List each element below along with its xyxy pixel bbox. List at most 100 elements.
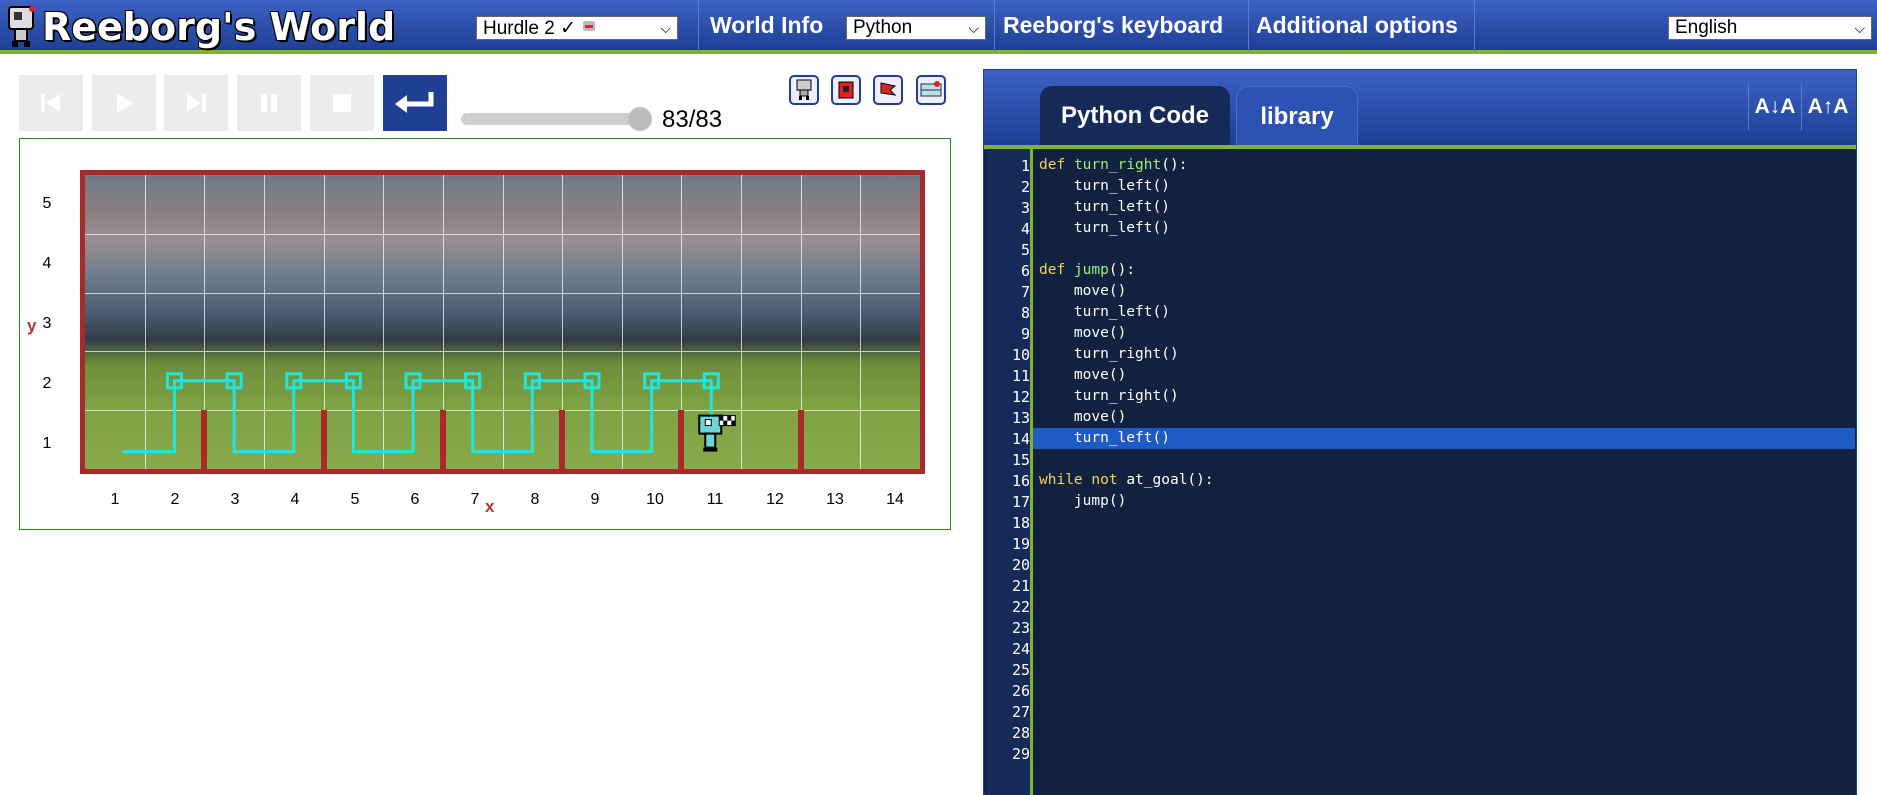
code-line[interactable]: turn_left() [1039, 428, 1170, 449]
code-line[interactable]: move() [1039, 365, 1126, 386]
x-tick-label: 14 [886, 491, 904, 508]
line-number: 10 [1011, 346, 1030, 364]
reload-button[interactable] [383, 75, 447, 131]
chevron-down-icon: ⌵ [1854, 19, 1865, 36]
keyboard-link[interactable]: Reeborg's keyboard [1003, 12, 1223, 39]
x-tick-label: 11 [706, 491, 724, 508]
line-number: 21 [1011, 577, 1030, 595]
code-line[interactable]: turn_left() [1039, 302, 1170, 323]
line-number: 17 [1011, 493, 1030, 511]
line-number: 7 [1020, 283, 1030, 301]
x-axis-label: x [485, 497, 495, 516]
robot-icon [796, 79, 812, 100]
enter-return-icon [395, 92, 434, 113]
y-tick-label: 5 [42, 195, 52, 212]
x-tick-label: 12 [766, 491, 784, 508]
y-tick-label: 1 [42, 435, 52, 452]
stop-icon [333, 94, 351, 112]
robot-icon [698, 414, 723, 452]
line-number: 16 [1011, 472, 1030, 490]
x-tick-label: 8 [530, 491, 540, 508]
code-line[interactable]: turn_right() [1039, 344, 1179, 365]
robot-trace-path [122, 372, 736, 454]
robot-red-icon [838, 81, 854, 99]
line-number: 19 [1011, 535, 1030, 553]
goal-flag-icon [718, 415, 736, 427]
decrease-font-button[interactable]: A↓A [1748, 84, 1801, 130]
code-line[interactable]: jump() [1039, 491, 1126, 512]
run-button[interactable] [92, 75, 156, 131]
x-tick-label: 4 [290, 491, 300, 508]
pause-icon [261, 94, 277, 112]
x-tick-label: 3 [230, 491, 240, 508]
stop-button[interactable] [310, 75, 374, 131]
x-tick-label: 10 [646, 491, 664, 508]
code-line[interactable]: move() [1039, 323, 1126, 344]
divider [1248, 0, 1249, 52]
chevron-down-icon: ⌵ [660, 19, 671, 36]
x-tick-label: 9 [590, 491, 600, 508]
line-number: 23 [1011, 619, 1030, 637]
y-axis-label: y [27, 316, 37, 335]
line-number: 3 [1020, 199, 1030, 217]
code-line[interactable]: turn_left() [1039, 197, 1170, 218]
step-slider-track[interactable] [461, 113, 651, 125]
code-line[interactable]: def turn_right(): [1039, 155, 1187, 176]
step-slider-handle[interactable] [628, 107, 652, 131]
line-number: 25 [1011, 661, 1030, 679]
language-select-value: Python [853, 17, 913, 38]
code-line[interactable]: move() [1039, 281, 1126, 302]
y-tick-label: 3 [42, 315, 52, 332]
step-button[interactable] [164, 75, 228, 131]
line-number: 14 [1011, 430, 1030, 448]
highlight-toggle-button[interactable] [831, 75, 861, 105]
code-line[interactable]: turn_right() [1039, 386, 1179, 407]
x-tick-label: 2 [170, 491, 180, 508]
code-line[interactable]: while not at_goal(): [1039, 470, 1214, 491]
editor-header: Python Code library A↓A A↑A [984, 70, 1856, 148]
x-tick-label: 6 [410, 491, 420, 508]
world-select[interactable]: Hurdle 2 ✓ ⌵ [476, 16, 678, 40]
divider [994, 0, 995, 52]
world-info-link[interactable]: World Info [710, 12, 823, 39]
line-number: 2 [1020, 178, 1030, 196]
tab-python-code[interactable]: Python Code [1040, 86, 1230, 146]
skip-forward-icon [187, 94, 206, 112]
robot-emoji-icon [583, 20, 596, 31]
additional-options-link[interactable]: Additional options [1256, 12, 1458, 39]
code-editor-panel: Python Code library A↓A A↑A 1 2 3 4 5 6 7 8 9 10 1… [983, 69, 1857, 795]
code-line[interactable]: def jump(): [1039, 260, 1135, 281]
language-select[interactable]: Python ⌵ [846, 16, 986, 40]
robot-model-button[interactable] [789, 75, 819, 105]
world-grid [80, 170, 925, 474]
tab-library[interactable]: library [1236, 86, 1358, 148]
play-icon [117, 93, 133, 113]
watch-variables-button[interactable] [873, 75, 903, 105]
line-number: 27 [1011, 703, 1030, 721]
divider [698, 0, 699, 52]
ui-language-value: English [1675, 17, 1738, 38]
line-number: 28 [1011, 724, 1030, 742]
line-number: 11 [1011, 367, 1030, 385]
world-editor-icon [920, 81, 942, 97]
code-line[interactable]: move() [1039, 407, 1126, 428]
edit-world-button[interactable] [916, 75, 946, 105]
y-tick-label: 4 [42, 255, 52, 272]
code-line[interactable]: turn_left() [1039, 176, 1170, 197]
code-area[interactable]: def turn_right(): turn_left() turn_left(… [1033, 149, 1855, 795]
reverse-step-button[interactable] [19, 75, 83, 131]
trace-line [122, 379, 713, 454]
line-number: 18 [1011, 514, 1030, 532]
world-select-value: Hurdle 2 ✓ [483, 17, 597, 40]
line-number: 9 [1020, 325, 1030, 343]
flag-icon [880, 82, 897, 96]
app-title: Reeborg's World [42, 5, 396, 49]
reeborg-robot-icon [8, 6, 35, 47]
pause-button[interactable] [237, 75, 301, 131]
ui-language-select[interactable]: English ⌵ [1668, 16, 1872, 40]
top-navigation-bar: Reeborg's World Hurdle 2 ✓ ⌵ World Info … [0, 0, 1877, 54]
code-line[interactable]: turn_left() [1039, 218, 1170, 239]
line-number: 26 [1011, 682, 1030, 700]
increase-font-button[interactable]: A↑A [1801, 84, 1854, 130]
line-number: 1 [1020, 157, 1030, 175]
